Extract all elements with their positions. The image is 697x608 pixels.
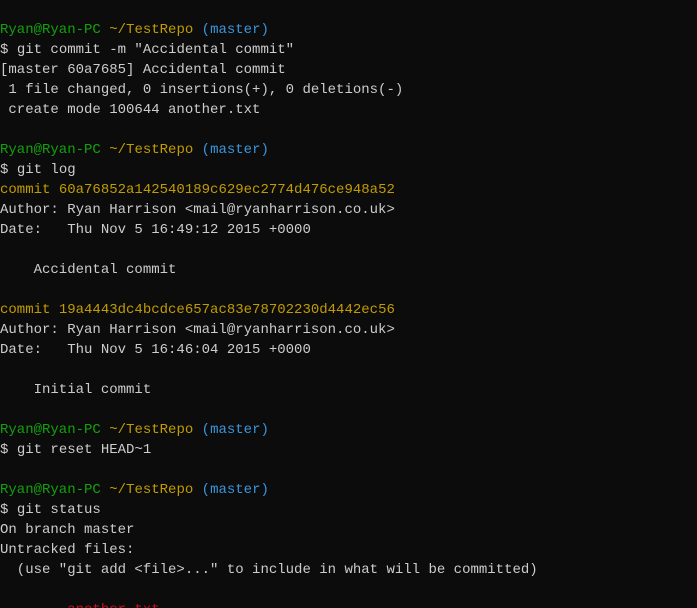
prompt-user: Ryan@Ryan-PC	[0, 422, 101, 438]
commit-date: Date: Thu Nov 5 16:49:12 2015 +0000	[0, 222, 311, 238]
output-line: [master 60a7685] Accidental commit	[0, 62, 286, 78]
cmd-status: git status	[17, 502, 101, 518]
prompt-branch: master	[210, 142, 260, 158]
prompt-branch-open: (	[202, 142, 210, 158]
prompt-line: Ryan@Ryan-PC ~/TestRepo (master)	[0, 142, 269, 158]
cmd-log: git log	[17, 162, 76, 178]
cmd-commit: git commit -m "Accidental commit"	[17, 42, 294, 58]
terminal-output[interactable]: Ryan@Ryan-PC ~/TestRepo (master) $ git c…	[0, 0, 697, 608]
prompt-dollar: $	[0, 502, 8, 518]
prompt-branch-open: (	[202, 422, 210, 438]
commit-prefix: commit	[0, 182, 59, 198]
commit-message: Accidental commit	[0, 262, 176, 278]
prompt-path: ~/TestRepo	[109, 422, 193, 438]
prompt-branch: master	[210, 422, 260, 438]
cmd-reset: git reset HEAD~1	[17, 442, 151, 458]
prompt-dollar: $	[0, 442, 8, 458]
prompt-line: Ryan@Ryan-PC ~/TestRepo (master)	[0, 422, 269, 438]
output-line: On branch master	[0, 522, 134, 538]
prompt-user: Ryan@Ryan-PC	[0, 142, 101, 158]
commit-author: Author: Ryan Harrison <mail@ryanharrison…	[0, 202, 395, 218]
prompt-dollar: $	[0, 162, 8, 178]
commit-author: Author: Ryan Harrison <mail@ryanharrison…	[0, 322, 395, 338]
output-line: Untracked files:	[0, 542, 134, 558]
prompt-line: Ryan@Ryan-PC ~/TestRepo (master)	[0, 482, 269, 498]
prompt-user: Ryan@Ryan-PC	[0, 482, 101, 498]
prompt-branch-open: (	[202, 22, 210, 38]
commit-prefix: commit	[0, 302, 59, 318]
prompt-branch-close: )	[260, 22, 268, 38]
commit-hash: 60a76852a142540189c629ec2774d476ce948a52	[59, 182, 395, 198]
prompt-dollar: $	[0, 42, 8, 58]
prompt-branch-close: )	[260, 482, 268, 498]
prompt-path: ~/TestRepo	[109, 22, 193, 38]
output-line: 1 file changed, 0 insertions(+), 0 delet…	[0, 82, 403, 98]
untracked-file-indent	[0, 602, 67, 608]
prompt-line: Ryan@Ryan-PC ~/TestRepo (master)	[0, 22, 269, 38]
prompt-path: ~/TestRepo	[109, 142, 193, 158]
prompt-branch: master	[210, 22, 260, 38]
prompt-branch: master	[210, 482, 260, 498]
commit-message: Initial commit	[0, 382, 151, 398]
commit-date: Date: Thu Nov 5 16:46:04 2015 +0000	[0, 342, 311, 358]
untracked-file: another.txt	[67, 602, 159, 608]
prompt-path: ~/TestRepo	[109, 482, 193, 498]
output-line: (use "git add <file>..." to include in w…	[0, 562, 538, 578]
prompt-branch-close: )	[260, 422, 268, 438]
commit-hash: 19a4443dc4bcdce657ac83e78702230d4442ec56	[59, 302, 395, 318]
prompt-branch-open: (	[202, 482, 210, 498]
prompt-user: Ryan@Ryan-PC	[0, 22, 101, 38]
prompt-branch-close: )	[260, 142, 268, 158]
output-line: create mode 100644 another.txt	[0, 102, 260, 118]
